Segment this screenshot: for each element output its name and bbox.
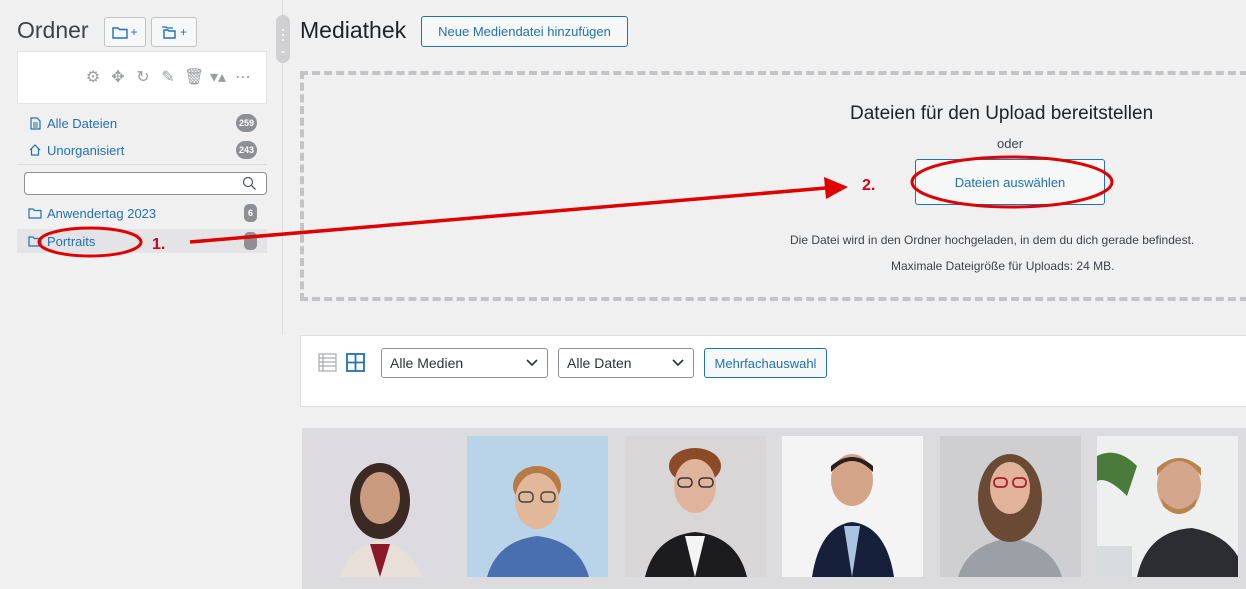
annotation-overlay [37, 155, 1114, 258]
annotation-step-1: 1. [152, 236, 166, 253]
annotation-step-2: 2. [862, 177, 876, 194]
